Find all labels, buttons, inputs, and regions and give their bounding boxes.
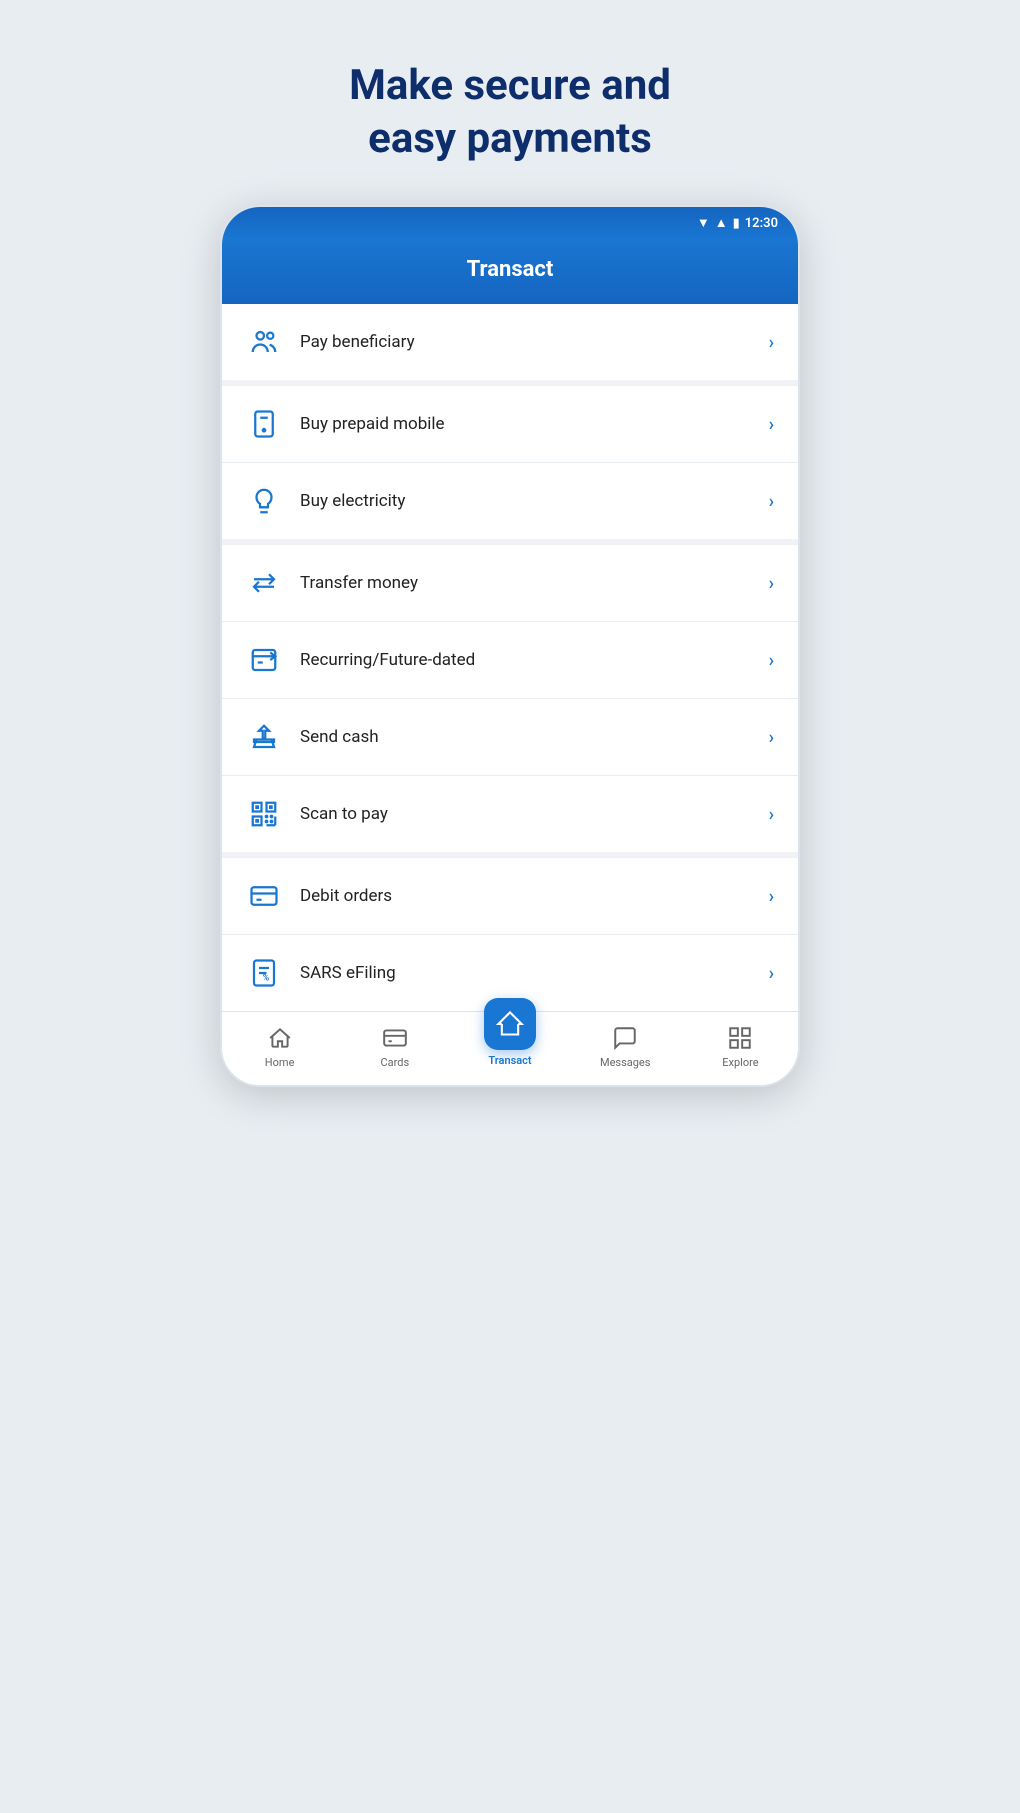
pay-beneficiary-label: Pay beneficiary bbox=[300, 332, 769, 352]
explore-icon bbox=[726, 1024, 754, 1052]
buy-electricity-label: Buy electricity bbox=[300, 491, 769, 511]
cards-label: Cards bbox=[380, 1056, 409, 1069]
menu-list: Pay beneficiary › Buy prepaid mobile › B… bbox=[222, 304, 798, 1011]
nav-home[interactable]: Home bbox=[222, 1024, 337, 1069]
send-cash-label: Send cash bbox=[300, 727, 769, 747]
messages-label: Messages bbox=[600, 1056, 650, 1069]
header-title: Transact bbox=[242, 257, 778, 282]
wifi-icon: ▼ bbox=[697, 215, 710, 231]
phone-mockup: ▼ ▲ ▮ 12:30 Transact Pay beneficiary › bbox=[220, 205, 800, 1087]
transact-nav-icon bbox=[484, 998, 536, 1050]
home-label: Home bbox=[265, 1056, 295, 1069]
svg-text:%: % bbox=[263, 974, 270, 984]
cards-icon bbox=[381, 1024, 409, 1052]
page-heading: Make secure and easy payments bbox=[329, 0, 691, 205]
menu-item-buy-prepaid[interactable]: Buy prepaid mobile › bbox=[222, 386, 798, 463]
scan-to-pay-label: Scan to pay bbox=[300, 804, 769, 824]
bulb-icon bbox=[246, 483, 282, 519]
sendcash-icon bbox=[246, 719, 282, 755]
menu-section-transfer: Transfer money › Recurring/Future-dated … bbox=[222, 545, 798, 858]
chevron-icon: › bbox=[769, 804, 774, 825]
menu-section-buy: Buy prepaid mobile › Buy electricity › bbox=[222, 386, 798, 545]
recurring-icon bbox=[246, 642, 282, 678]
nav-explore[interactable]: Explore bbox=[683, 1024, 798, 1069]
menu-item-scan-to-pay[interactable]: Scan to pay › bbox=[222, 776, 798, 852]
menu-section-pay: Pay beneficiary › bbox=[222, 304, 798, 386]
chevron-icon: › bbox=[769, 491, 774, 512]
chevron-icon: › bbox=[769, 650, 774, 671]
debit-orders-label: Debit orders bbox=[300, 886, 769, 906]
qr-icon bbox=[246, 796, 282, 832]
nav-transact[interactable]: Transact bbox=[452, 1026, 567, 1067]
chevron-icon: › bbox=[769, 332, 774, 353]
people-icon bbox=[246, 324, 282, 360]
battery-icon: ▮ bbox=[733, 216, 740, 231]
status-bar: ▼ ▲ ▮ 12:30 bbox=[222, 207, 798, 239]
chevron-icon: › bbox=[769, 727, 774, 748]
explore-label: Explore bbox=[722, 1056, 758, 1069]
transfer-money-label: Transfer money bbox=[300, 573, 769, 593]
nav-messages[interactable]: Messages bbox=[568, 1024, 683, 1069]
status-icons: ▼ ▲ ▮ 12:30 bbox=[697, 215, 778, 231]
app-header: Transact bbox=[222, 239, 798, 304]
status-time: 12:30 bbox=[745, 216, 778, 231]
menu-item-debit-orders[interactable]: Debit orders › bbox=[222, 858, 798, 935]
mobile-icon bbox=[246, 406, 282, 442]
signal-icon: ▲ bbox=[715, 215, 728, 231]
transact-label: Transact bbox=[488, 1054, 531, 1067]
menu-section-orders: Debit orders › % SARS eFiling › bbox=[222, 858, 798, 1011]
home-icon bbox=[266, 1024, 294, 1052]
messages-icon bbox=[611, 1024, 639, 1052]
menu-item-transfer-money[interactable]: Transfer money › bbox=[222, 545, 798, 622]
sars-icon: % bbox=[246, 955, 282, 991]
buy-prepaid-label: Buy prepaid mobile bbox=[300, 414, 769, 434]
bottom-nav: Home Cards Transact Messages Explore bbox=[222, 1011, 798, 1085]
menu-item-buy-electricity[interactable]: Buy electricity › bbox=[222, 463, 798, 539]
recurring-label: Recurring/Future-dated bbox=[300, 650, 769, 670]
chevron-icon: › bbox=[769, 414, 774, 435]
chevron-icon: › bbox=[769, 573, 774, 594]
nav-cards[interactable]: Cards bbox=[337, 1024, 452, 1069]
chevron-icon: › bbox=[769, 963, 774, 984]
menu-item-pay-beneficiary[interactable]: Pay beneficiary › bbox=[222, 304, 798, 380]
chevron-icon: › bbox=[769, 886, 774, 907]
debit-icon bbox=[246, 878, 282, 914]
menu-item-recurring[interactable]: Recurring/Future-dated › bbox=[222, 622, 798, 699]
menu-item-send-cash[interactable]: Send cash › bbox=[222, 699, 798, 776]
transfer-icon bbox=[246, 565, 282, 601]
sars-label: SARS eFiling bbox=[300, 963, 769, 983]
